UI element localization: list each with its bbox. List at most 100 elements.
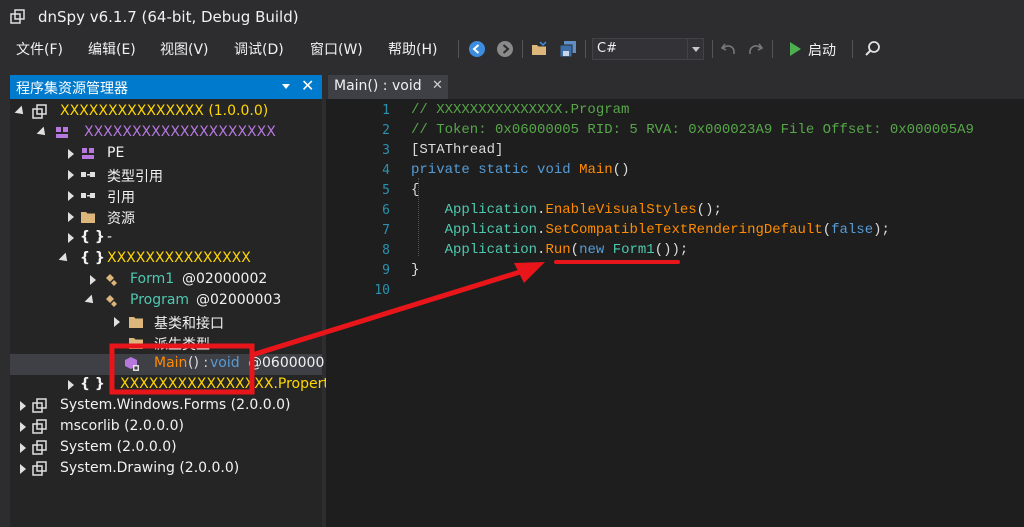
expand-icon[interactable] [66, 191, 76, 201]
tree-node-program[interactable]: Program @02000003 [10, 291, 322, 312]
expand-icon[interactable] [18, 401, 28, 411]
expand-icon[interactable] [88, 275, 98, 285]
code-type: Application [444, 222, 538, 238]
code-keyword: private [411, 162, 470, 178]
tree-node-label: 引用 [107, 190, 135, 206]
tree-node-system[interactable]: System (2.0.0.0) [10, 438, 322, 459]
menu-help[interactable]: 帮助(H) [388, 39, 437, 59]
tree-node-main-method[interactable]: Main () : void @0600000 [10, 354, 324, 375]
menu-file[interactable]: 文件(F) [16, 39, 63, 59]
tree-node-pe[interactable]: PE [10, 144, 322, 165]
code-line: private static void Main() [411, 162, 629, 178]
title-bar: dnSpy v6.1.7 (64-bit, Debug Build) [0, 0, 1024, 34]
toolbar-separator [585, 40, 586, 58]
code-punct: ); [873, 222, 890, 238]
tree-node-namespace-empty[interactable]: { } - [10, 228, 322, 249]
tree-node-references[interactable]: 引用 [10, 186, 322, 207]
tree-node-label: 基类和接口 [154, 316, 224, 332]
namespace-icon: { } [80, 229, 105, 245]
code-punct: (); [696, 202, 722, 218]
expand-icon[interactable] [112, 317, 122, 327]
play-icon[interactable] [786, 40, 804, 58]
language-select[interactable]: C# [592, 38, 704, 60]
expand-icon[interactable] [38, 128, 48, 138]
line-number: 8 [382, 243, 390, 258]
namespace-icon: { } [80, 250, 105, 266]
code-comment: // XXXXXXXXXXXXXXX.Program [411, 102, 630, 118]
expand-icon[interactable] [18, 422, 28, 432]
line-number: 3 [382, 143, 390, 158]
tree-node-label: PE [107, 145, 125, 161]
code-punct: ( [822, 222, 832, 238]
tree-node-mscorlib[interactable]: mscorlib (2.0.0.0) [10, 417, 322, 438]
expand-icon[interactable] [86, 296, 96, 306]
menu-edit[interactable]: 编辑(E) [88, 39, 136, 59]
code-line: // Token: 0x06000005 RID: 5 RVA: 0x00002… [411, 122, 974, 138]
panel-menu-icon[interactable] [282, 84, 290, 89]
code-line: // XXXXXXXXXXXXXXX.Program [411, 102, 629, 118]
forward-icon[interactable] [496, 40, 514, 58]
menu-view[interactable]: 视图(V) [160, 39, 209, 59]
close-icon[interactable]: ✕ [301, 76, 314, 95]
tree-node-label: System.Windows.Forms (2.0.0.0) [60, 397, 291, 413]
code-line: [STAThread] [411, 142, 503, 158]
folder-icon [81, 212, 95, 223]
token-label: @02000002 [182, 271, 268, 287]
expand-icon[interactable] [60, 254, 70, 264]
tree-node-system-drawing[interactable]: System.Drawing (2.0.0.0) [10, 459, 322, 480]
line-number: 5 [382, 183, 390, 198]
expand-icon[interactable] [16, 107, 26, 117]
toolbar-separator [522, 40, 523, 58]
undo-icon[interactable] [720, 40, 738, 58]
code-comment: // Token: 0x06000005 RID: 5 RVA: 0x00002… [411, 122, 974, 138]
code-method-call: SetCompatibleTextRenderingDefault [545, 222, 823, 238]
toolbar-separator [458, 40, 459, 58]
expand-icon[interactable] [66, 212, 76, 222]
tree-node-module[interactable]: XXXXXXXXXXXXXXXXXXXX [10, 123, 322, 144]
assembly-icon [32, 104, 47, 119]
code-keyword: void [537, 162, 571, 178]
line-number: 10 [374, 283, 390, 298]
redo-icon[interactable] [746, 40, 764, 58]
open-icon[interactable] [531, 40, 549, 58]
tree-node-properties-namespace[interactable]: { } XXXXXXXXXXXXXXXX.Properties [10, 375, 349, 396]
tree-node-resources[interactable]: 资源 [10, 207, 322, 228]
back-icon[interactable] [468, 40, 486, 58]
close-icon[interactable]: ✕ [432, 78, 443, 93]
search-icon[interactable] [864, 40, 882, 58]
tree-node-label: Program [130, 292, 190, 308]
expand-icon[interactable] [66, 380, 76, 390]
code-punct: () [612, 162, 630, 178]
tree-node-assembly[interactable]: XXXXXXXXXXXXXXX (1.0.0.0) [10, 102, 322, 123]
assembly-icon [32, 398, 47, 413]
start-button[interactable]: 启动 [808, 40, 836, 60]
code-attribute: [STAThread] [411, 142, 504, 158]
tree-node-form1[interactable]: Form1 @02000002 [10, 270, 322, 291]
tree-node-winforms[interactable]: System.Windows.Forms (2.0.0.0) [10, 396, 322, 417]
window-title: dnSpy v6.1.7 (64-bit, Debug Build) [38, 8, 299, 26]
tree-node-namespace-main[interactable]: { } XXXXXXXXXXXXXXX [10, 249, 322, 270]
menu-debug[interactable]: 调试(D) [234, 39, 284, 59]
code-line: Application.EnableVisualStyles(); [411, 202, 722, 218]
tab-main-method[interactable]: Main() : void ✕ [328, 75, 448, 99]
expand-icon[interactable] [18, 464, 28, 474]
code-keyword: false [831, 222, 874, 238]
tree-node-type-refs[interactable]: 类型引用 [10, 165, 322, 186]
save-all-icon[interactable] [559, 40, 577, 58]
assembly-icon [32, 440, 47, 455]
expand-icon[interactable] [18, 443, 28, 453]
line-number: 7 [382, 223, 390, 238]
menu-window[interactable]: 窗口(W) [310, 39, 363, 59]
toolbar-separator [712, 40, 713, 58]
assembly-icon [32, 419, 47, 434]
expand-icon[interactable] [66, 170, 76, 180]
tree-node-base-types[interactable]: 基类和接口 [10, 312, 322, 333]
code-line: } [411, 262, 419, 278]
expand-icon[interactable] [66, 233, 76, 243]
code-area[interactable]: 1 2 3 4 5 6 7 8 9 10 // XXXXXXXXXXXXXXX.… [326, 101, 1024, 527]
expand-icon[interactable] [66, 149, 76, 159]
tree-node-derived-types[interactable]: 派生类型 [10, 333, 322, 354]
tree-node-label: XXXXXXXXXXXXXXX [107, 250, 251, 266]
menu-bar: 文件(F) 编辑(E) 视图(V) 调试(D) 窗口(W) 帮助(H) [0, 34, 1024, 64]
chevron-down-icon[interactable] [687, 39, 703, 59]
